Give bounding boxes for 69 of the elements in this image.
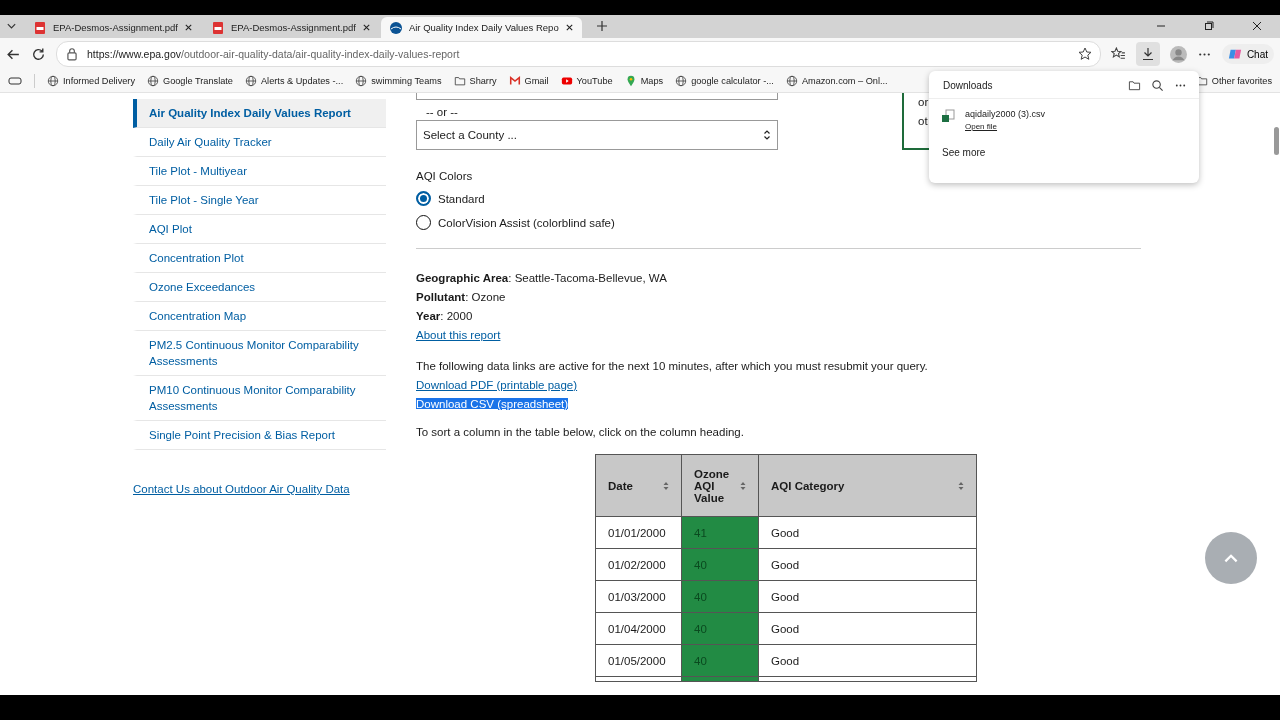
bookmark-item[interactable]: Amazon.com – Onl...	[785, 75, 888, 87]
sort-hint-text: To sort a column in the table below, click on the column heading.	[416, 426, 744, 438]
info-text: ot	[918, 114, 929, 129]
pdf-download-link[interactable]: Download PDF (printable page)	[416, 379, 578, 391]
sidebar-link[interactable]: PM2.5 Continuous Monitor Comparability Assessments	[133, 331, 386, 376]
other-favorites-item[interactable]: Other favorites	[1195, 75, 1272, 87]
report-field: Geographic Area: Seattle-Tacoma-Bellevue, WA	[416, 269, 667, 288]
report-field: Year: 2000	[416, 307, 473, 326]
sidebar-link[interactable]: PM10 Continuous Monitor Comparability Assessments	[133, 376, 386, 421]
url-text: https://www.epa.gov/outdoor-air-quality-data/air-quality-index-daily-values-report	[87, 48, 461, 60]
column-header[interactable]: Ozone AQI Value	[681, 454, 759, 517]
table-cell: Good	[758, 644, 977, 677]
table-cell: 01/03/2000	[595, 580, 682, 613]
table-cell: Good	[758, 516, 977, 549]
bookmark-item[interactable]: swimming Teams	[355, 75, 442, 87]
sidebar-link[interactable]: Daily Air Quality Tracker	[133, 128, 386, 157]
aqi-value-cell: 40	[681, 548, 759, 581]
sidebar-link[interactable]: AQI Plot	[133, 215, 386, 244]
contact-link[interactable]: Contact Us about Outdoor Air Quality Data	[133, 483, 386, 495]
table-cell: 01/04/2000	[595, 612, 682, 645]
browser-tab[interactable]: EPA-Desmos-Assignment.pdf	[25, 17, 201, 38]
radio-label: ColorVision Assist (colorblind safe)	[438, 216, 615, 229]
info-text: or	[918, 95, 930, 110]
sidebar-link[interactable]: Concentration Map	[133, 302, 386, 331]
bookmark-item[interactable]: Google Translate	[147, 75, 233, 87]
bookmark-item[interactable]: YouTube	[560, 75, 613, 87]
table-cell: 01/05/2000	[595, 644, 682, 677]
aqi-value-cell: 40	[681, 612, 759, 645]
bookmark-item[interactable]: Informed Delivery	[47, 75, 135, 87]
table-cell: Good	[758, 580, 977, 613]
sidebar-link[interactable]: Air Quality Index Daily Values Report	[133, 99, 386, 128]
sidebar-link[interactable]: Ozone Exceedances	[133, 273, 386, 302]
browser-tab[interactable]: Air Quality Index Daily Values Repo	[380, 17, 582, 38]
table-cell: 01/02/2000	[595, 548, 682, 581]
aqi-value-cell: 41	[681, 516, 759, 549]
sidebar-link[interactable]: Tile Plot - Single Year	[133, 186, 386, 215]
notice-text: The following data links are active for the next 10 minutes, after which you must resubmit your query.	[416, 359, 928, 374]
bookmark-item[interactable]: Gmail	[508, 75, 549, 87]
bookmark-item[interactable]: google calculator -...	[675, 75, 774, 87]
sidebar-link[interactable]: Single Point Precision & Bias Report	[133, 421, 386, 450]
table-cell: 01/01/2000	[595, 516, 682, 549]
aqi-colors-label: AQI Colors	[416, 170, 473, 182]
browser-tab[interactable]: EPA-Desmos-Assignment.pdf	[202, 17, 379, 38]
bookmark-item[interactable]: Sharry	[453, 75, 497, 87]
aqi-value-cell: 40	[681, 580, 759, 613]
county-select[interactable]: Select a County ...	[416, 120, 778, 150]
table-cell: Good	[758, 612, 977, 645]
column-header[interactable]: Date	[595, 454, 682, 517]
radio-label: Standard	[438, 192, 485, 205]
table-cell: Good	[758, 548, 977, 581]
chat-button[interactable]: Chat	[1221, 44, 1274, 64]
sidebar-link[interactable]: Tile Plot - Multiyear	[133, 157, 386, 186]
report-field: Pollutant: Ozone	[416, 288, 506, 307]
csv-download-link[interactable]: Download CSV (spreadsheet)	[416, 398, 569, 410]
or-text: -- or --	[426, 106, 458, 118]
tab-title: EPA-Desmos-Assignment.pdf	[53, 22, 178, 33]
tab-title: Air Quality Index Daily Values Repo	[408, 22, 559, 33]
tab-title: EPA-Desmos-Assignment.pdf	[230, 22, 356, 33]
panel-title: Downloads	[943, 80, 993, 91]
bookmark-item[interactable]: Maps	[624, 75, 664, 87]
about-link[interactable]: About this report	[416, 329, 501, 341]
sidebar-link[interactable]: Concentration Plot	[133, 244, 386, 273]
open-file-link[interactable]: Open file	[965, 122, 1046, 131]
file-name: aqidaily2000 (3).csv	[965, 109, 1046, 119]
address-field[interactable]: https://www.epa.gov/outdoor-air-quality-data/air-quality-index-daily-values-report	[56, 41, 1101, 67]
column-header[interactable]: AQI Category	[758, 454, 977, 517]
bookmark-item[interactable]: Alerts & Updates -...	[245, 75, 344, 87]
see-more-link[interactable]: See more	[942, 147, 986, 158]
aqi-value-cell: 40	[681, 644, 759, 677]
